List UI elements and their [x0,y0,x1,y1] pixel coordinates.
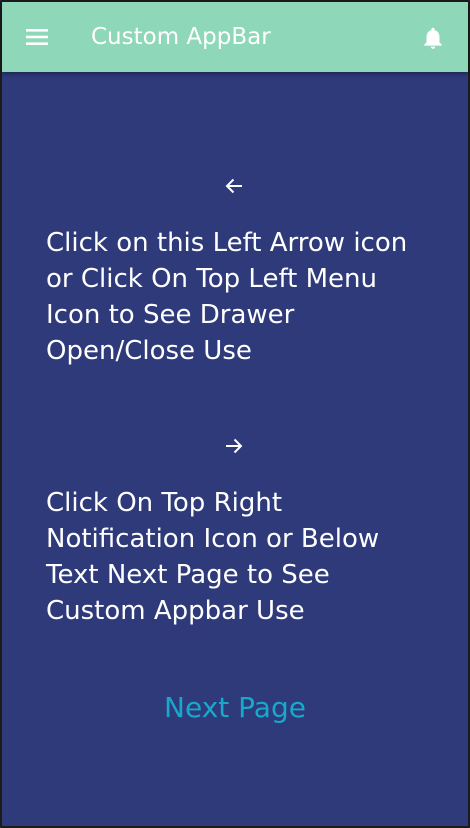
next-page-link[interactable]: Next Page [2,688,468,728]
bell-icon[interactable] [420,24,446,52]
appbar-title: Custom AppBar [91,24,271,50]
appbar-instructions-text: Click On Top Right Notification Icon or … [46,488,380,626]
arrow-right-icon[interactable] [222,434,246,458]
drawer-instructions-text: Click on this Left Arrow icon or Click O… [46,228,408,366]
app-bar: Custom AppBar [2,2,468,72]
app-screen: Custom AppBar Click on this Left Arrow i… [0,0,470,828]
arrow-left-icon[interactable] [222,174,246,198]
menu-icon[interactable] [24,26,50,48]
